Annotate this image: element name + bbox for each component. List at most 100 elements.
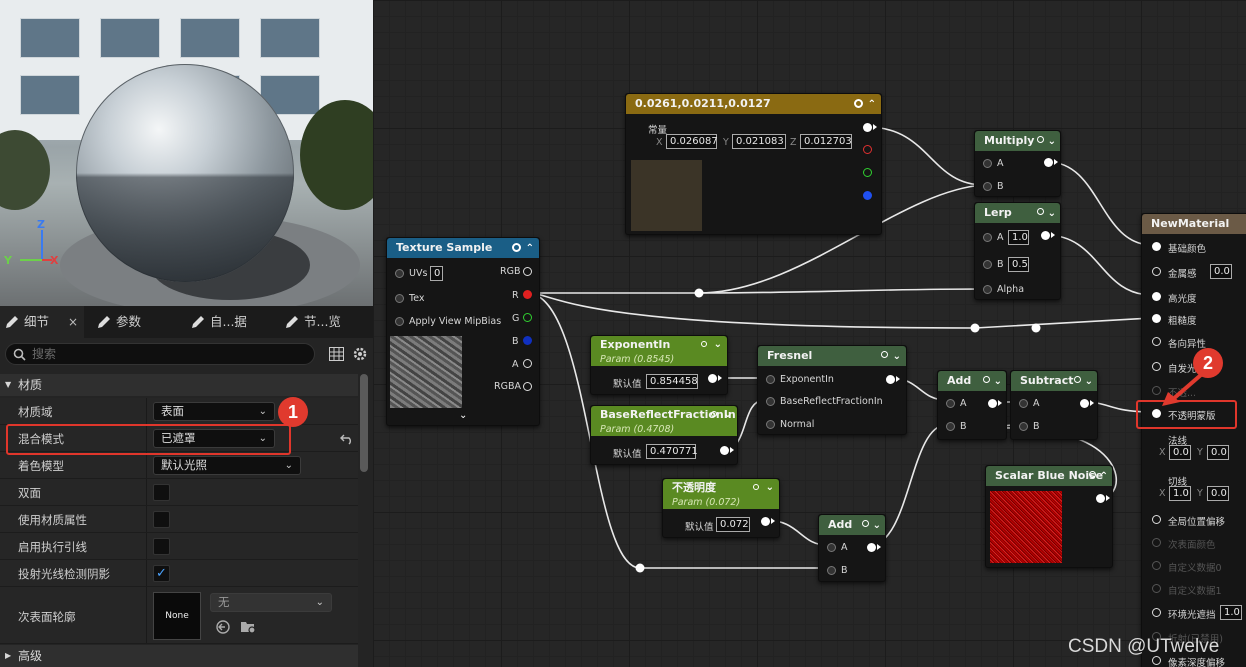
node-material-header[interactable]: NewMaterial bbox=[1142, 214, 1246, 234]
reset-arrow-icon[interactable] bbox=[340, 433, 354, 445]
add-1-b-pin[interactable] bbox=[946, 422, 955, 431]
texture-b-pin[interactable] bbox=[523, 336, 532, 345]
material-metallic-field[interactable]: 0.0 bbox=[1210, 264, 1232, 279]
multiply-a-pin[interactable] bbox=[983, 159, 992, 168]
material-roughness-pin[interactable] bbox=[1152, 314, 1161, 323]
material-emissive-pin[interactable] bbox=[1152, 362, 1161, 371]
node-constant3-header[interactable]: 0.0261,0.0211,0.0127 ⌃ bbox=[626, 94, 881, 114]
opacity-default-field[interactable]: 0.072 bbox=[716, 517, 750, 532]
node-scalar-blue-noise[interactable]: Scalar Blue Noise ⌃ bbox=[985, 465, 1113, 568]
subsurface-thumbnail[interactable]: None bbox=[153, 592, 201, 640]
node-add-1[interactable]: Add ⌄ A B bbox=[937, 370, 1007, 440]
gear-icon[interactable] bbox=[352, 346, 368, 362]
lerp-b-pin[interactable] bbox=[983, 260, 992, 269]
chevron-down-icon[interactable]: ⌄ bbox=[1085, 372, 1093, 391]
node-add-2-header[interactable]: Add ⌄ bbox=[819, 515, 885, 535]
texture-a-pin[interactable] bbox=[523, 359, 532, 368]
texture-rgba-pin[interactable] bbox=[523, 382, 532, 391]
lerp-out-pin[interactable] bbox=[1041, 231, 1050, 240]
constant-g-pin[interactable] bbox=[863, 168, 872, 177]
node-opacity-param[interactable]: 不透明度 Param (0.072) ⌄ 默认值 0.072 bbox=[662, 478, 780, 538]
subtract-a-pin[interactable] bbox=[1019, 399, 1028, 408]
constant-r-pin[interactable] bbox=[863, 145, 872, 154]
search-box[interactable] bbox=[5, 343, 315, 365]
browse-folder-icon[interactable] bbox=[240, 619, 257, 635]
preview-toggle-icon[interactable] bbox=[512, 243, 521, 252]
subtract-b-pin[interactable] bbox=[1019, 422, 1028, 431]
material-domain-dropdown[interactable]: 表面 ⌄ bbox=[153, 402, 275, 421]
material-ao-field[interactable]: 1.0 bbox=[1220, 605, 1242, 620]
node-exponent-param[interactable]: ExponentIn Param (0.8545) ⌄ 默认值 0.854458 bbox=[590, 335, 728, 395]
material-custom0-pin[interactable] bbox=[1152, 561, 1161, 570]
material-tangent-y-field[interactable]: 0.0 bbox=[1207, 486, 1229, 501]
chevron-up-icon[interactable]: ⌃ bbox=[526, 239, 534, 258]
texture-mip-pin[interactable] bbox=[395, 317, 404, 326]
preview-toggle-icon[interactable] bbox=[711, 411, 717, 417]
node-new-material[interactable]: NewMaterial 基础颜色 金属感 0.0 高光度 粗糙度 各向异性 自发… bbox=[1141, 213, 1246, 667]
add-2-out-pin[interactable] bbox=[867, 543, 876, 552]
add-1-out-pin[interactable] bbox=[988, 399, 997, 408]
constant-b-pin[interactable] bbox=[863, 191, 872, 200]
preview-viewport[interactable]: Z Y X bbox=[0, 0, 373, 306]
chevron-down-icon[interactable]: ⌄ bbox=[724, 407, 732, 422]
two-sided-checkbox[interactable] bbox=[153, 484, 170, 501]
node-lerp-header[interactable]: Lerp ⌄ bbox=[975, 203, 1060, 223]
fresnel-exponent-pin[interactable] bbox=[766, 375, 775, 384]
execution-wires-checkbox[interactable] bbox=[153, 538, 170, 555]
tab-parameters[interactable]: 参数 bbox=[92, 306, 178, 338]
node-basereflect-header[interactable]: BaseReflectFractionIn Param (0.4708) ⌄ bbox=[591, 406, 737, 436]
tab-custom-data[interactable]: 自...据 bbox=[186, 306, 272, 338]
basereflect-default-field[interactable]: 0.470771 bbox=[646, 444, 698, 459]
exponent-out-pin[interactable] bbox=[708, 374, 717, 383]
node-opacity-param-header[interactable]: 不透明度 Param (0.072) ⌄ bbox=[663, 479, 779, 509]
texture-uvs-pin[interactable] bbox=[395, 269, 404, 278]
tab-node-palette[interactable]: 节...览 bbox=[280, 306, 370, 338]
chevron-down-icon[interactable]: ⌄ bbox=[893, 347, 901, 366]
subtract-out-pin[interactable] bbox=[1080, 399, 1089, 408]
texture-r-pin[interactable] bbox=[523, 290, 532, 299]
node-constant3[interactable]: 0.0261,0.0211,0.0127 ⌃ 常量 X 0.026087 Y 0… bbox=[625, 93, 882, 235]
blue-noise-out-pin[interactable] bbox=[1096, 494, 1105, 503]
node-multiply[interactable]: Multiply ⌄ A B bbox=[974, 130, 1061, 197]
constant-y-field[interactable]: 0.021083 bbox=[732, 134, 786, 149]
multiply-out-pin[interactable] bbox=[1044, 158, 1053, 167]
node-fresnel[interactable]: Fresnel ⌄ ExponentIn BaseReflectFraction… bbox=[757, 345, 907, 435]
fresnel-basereflect-pin[interactable] bbox=[766, 397, 775, 406]
opacity-out-pin[interactable] bbox=[761, 517, 770, 526]
add-2-b-pin[interactable] bbox=[827, 566, 836, 575]
preview-toggle-icon[interactable] bbox=[1074, 376, 1081, 383]
preview-toggle-icon[interactable] bbox=[854, 99, 863, 108]
material-anisotropy-pin[interactable] bbox=[1152, 337, 1161, 346]
chevron-up-icon[interactable]: ⌃ bbox=[868, 95, 876, 114]
node-subtract-header[interactable]: Subtract ⌄ bbox=[1011, 371, 1097, 391]
chevron-down-icon[interactable]: ⌄ bbox=[714, 337, 722, 352]
material-wpo-pin[interactable] bbox=[1152, 515, 1161, 524]
grid-view-icon[interactable] bbox=[329, 347, 344, 361]
details-scrollbar[interactable] bbox=[360, 374, 368, 472]
add-2-a-pin[interactable] bbox=[827, 543, 836, 552]
use-material-attributes-checkbox[interactable] bbox=[153, 511, 170, 528]
material-normal-x-field[interactable]: 0.0 bbox=[1169, 445, 1191, 460]
preview-toggle-icon[interactable] bbox=[862, 520, 869, 527]
node-basereflect-param[interactable]: BaseReflectFractionIn Param (0.4708) ⌄ 默… bbox=[590, 405, 738, 465]
lerp-a-pin[interactable] bbox=[983, 233, 992, 242]
texture-rgb-pin[interactable] bbox=[523, 267, 532, 276]
chevron-down-icon[interactable]: ⌄ bbox=[459, 410, 467, 421]
material-ao-pin[interactable] bbox=[1152, 608, 1161, 617]
material-tangent-x-field[interactable]: 1.0 bbox=[1169, 486, 1191, 501]
node-texture-sample[interactable]: Texture Sample ⌃ UVs 0 Tex Apply View Mi… bbox=[386, 237, 540, 426]
raytraced-shadows-checkbox[interactable]: ✓ bbox=[153, 565, 170, 582]
lerp-a-field[interactable]: 1.0 bbox=[1008, 230, 1029, 245]
preview-toggle-icon[interactable] bbox=[1089, 471, 1096, 478]
preview-toggle-icon[interactable] bbox=[701, 341, 707, 347]
preview-toggle-icon[interactable] bbox=[753, 484, 759, 490]
tab-details[interactable]: 细节 × bbox=[0, 306, 84, 338]
node-add-2[interactable]: Add ⌄ A B bbox=[818, 514, 886, 582]
chevron-down-icon[interactable]: ⌄ bbox=[766, 480, 774, 495]
node-lerp[interactable]: Lerp ⌄ A 1.0 B 0.5 Alpha bbox=[974, 202, 1061, 300]
preview-toggle-icon[interactable] bbox=[983, 376, 990, 383]
material-specular-pin[interactable] bbox=[1152, 292, 1161, 301]
chevron-down-icon[interactable]: ⌄ bbox=[1048, 204, 1056, 223]
constant-rgb-pin[interactable] bbox=[863, 123, 872, 132]
chevron-down-icon[interactable]: ⌄ bbox=[1048, 132, 1056, 151]
